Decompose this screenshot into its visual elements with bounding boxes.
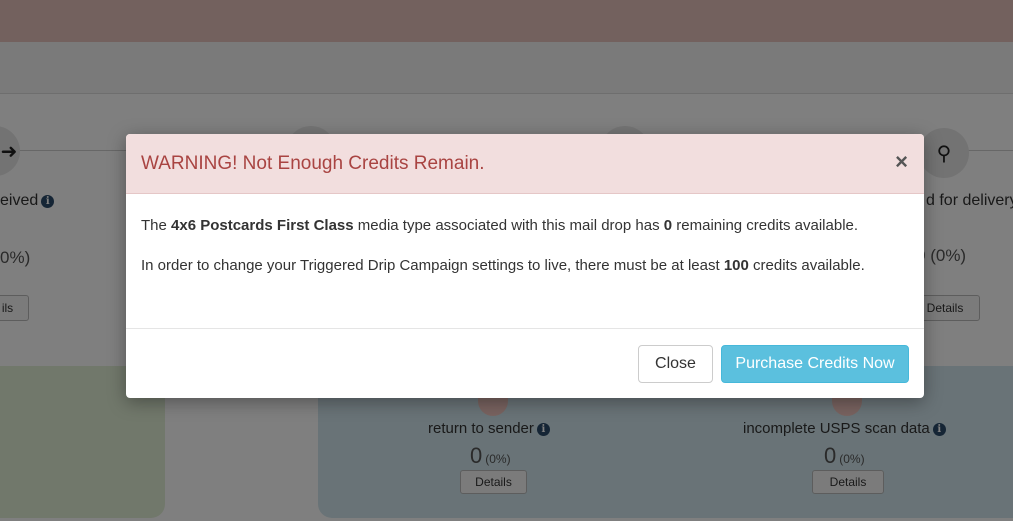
- modal-footer: Close Purchase Credits Now: [126, 329, 924, 398]
- purchase-credits-button[interactable]: Purchase Credits Now: [721, 344, 909, 383]
- requirement-message: In order to change your Triggered Drip C…: [141, 257, 865, 274]
- minimum-credits: 100: [723, 257, 749, 274]
- media-type: 4x6 Postcards First Class: [171, 217, 354, 234]
- modal-header: WARNING! Not Enough Credits Remain. ×: [126, 134, 924, 194]
- modal-body: The 4x6 Postcards First Class media type…: [126, 194, 924, 329]
- close-button[interactable]: Close: [638, 344, 713, 383]
- credits-message: The 4x6 Postcards First Class media type…: [141, 217, 859, 234]
- warning-modal: WARNING! Not Enough Credits Remain. × Th…: [126, 134, 924, 398]
- remaining-credits: 0: [663, 217, 673, 234]
- modal-title: WARNING! Not Enough Credits Remain.: [141, 152, 485, 174]
- close-icon[interactable]: ×: [895, 151, 908, 173]
